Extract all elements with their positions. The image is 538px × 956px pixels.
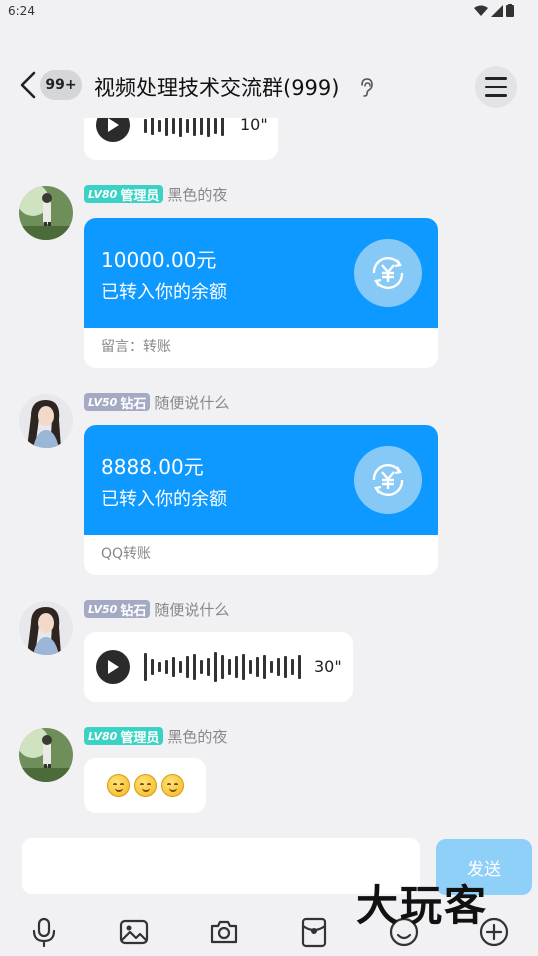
- avatar[interactable]: [19, 601, 73, 655]
- level-badge: LV50 钻石: [84, 393, 151, 412]
- voice-message[interactable]: 10": [84, 118, 278, 160]
- transfer-yuan-icon: [354, 446, 422, 514]
- transfer-status: 已转入你的余额: [101, 489, 227, 510]
- smile-emoji-icon: [106, 774, 130, 797]
- transfer-card[interactable]: 10000.00元 已转入你的余额 留言：转账: [84, 218, 438, 368]
- transfer-card[interactable]: 8888.00元 已转入你的余额 QQ转账: [84, 425, 438, 575]
- level-badge: LV50 钻石: [84, 600, 151, 619]
- voice-waveform: [144, 652, 301, 682]
- unread-badge[interactable]: 99+: [40, 70, 82, 100]
- smile-emoji-icon: [133, 774, 157, 797]
- level-badge: LV80 管理员: [84, 727, 164, 746]
- status-time: 6:24: [8, 4, 35, 18]
- back-arrow-icon[interactable]: [16, 70, 42, 100]
- sender-nickname[interactable]: 随便说什么: [154, 599, 229, 620]
- transfer-note: QQ转账: [101, 546, 152, 562]
- transfer-amount: 10000.00元: [101, 248, 217, 272]
- sender-nickname[interactable]: 黑色的夜: [167, 726, 227, 747]
- avatar[interactable]: [19, 186, 73, 240]
- sender-info: LV50 钻石 随便说什么: [84, 599, 229, 619]
- smile-emoji-icon: [160, 774, 184, 797]
- status-icons: [474, 4, 514, 17]
- camera-icon[interactable]: [208, 916, 240, 948]
- watermark-logo: 大玩客: [356, 881, 489, 930]
- voice-waveform: [144, 118, 224, 137]
- transfer-amount: 8888.00元: [101, 455, 204, 479]
- earpiece-mode-icon[interactable]: [358, 77, 374, 97]
- sender-nickname[interactable]: 随便说什么: [154, 392, 229, 413]
- play-icon[interactable]: [96, 650, 130, 684]
- wifi-icon: [474, 5, 488, 16]
- message-list[interactable]: 10" LV80 管理员 黑色的夜 10000.00元 已转入你的余额 留言：转账…: [0, 118, 538, 830]
- menu-line: [485, 94, 507, 97]
- play-icon[interactable]: [96, 118, 130, 142]
- signal-icon: [491, 4, 503, 17]
- chat-header: 99+ 视频处理技术交流群(999): [0, 56, 538, 118]
- red-packet-icon[interactable]: [298, 916, 330, 948]
- transfer-status: 已转入你的余额: [101, 282, 227, 303]
- menu-line: [485, 77, 507, 80]
- menu-line: [485, 85, 507, 89]
- sender-info: LV80 管理员 黑色的夜: [84, 184, 227, 204]
- group-title[interactable]: 视频处理技术交流群(999): [94, 72, 339, 102]
- voice-duration: 10": [240, 118, 268, 134]
- avatar[interactable]: [19, 728, 73, 782]
- emoji-message[interactable]: [84, 758, 206, 813]
- transfer-note: 留言：转账: [101, 339, 171, 355]
- voice-duration: 30": [314, 657, 342, 676]
- sender-nickname[interactable]: 黑色的夜: [167, 184, 227, 205]
- microphone-icon[interactable]: [28, 916, 60, 948]
- sender-info: LV80 管理员 黑色的夜: [84, 726, 227, 746]
- image-icon[interactable]: [118, 916, 150, 948]
- sender-info: LV50 钻石 随便说什么: [84, 392, 229, 412]
- avatar[interactable]: [19, 394, 73, 448]
- battery-icon: [506, 4, 514, 17]
- group-menu-button[interactable]: [475, 66, 517, 108]
- voice-message[interactable]: 30": [84, 632, 353, 702]
- transfer-yuan-icon: [354, 239, 422, 307]
- status-bar: 6:24: [0, 0, 538, 24]
- level-badge: LV80 管理员: [84, 185, 164, 204]
